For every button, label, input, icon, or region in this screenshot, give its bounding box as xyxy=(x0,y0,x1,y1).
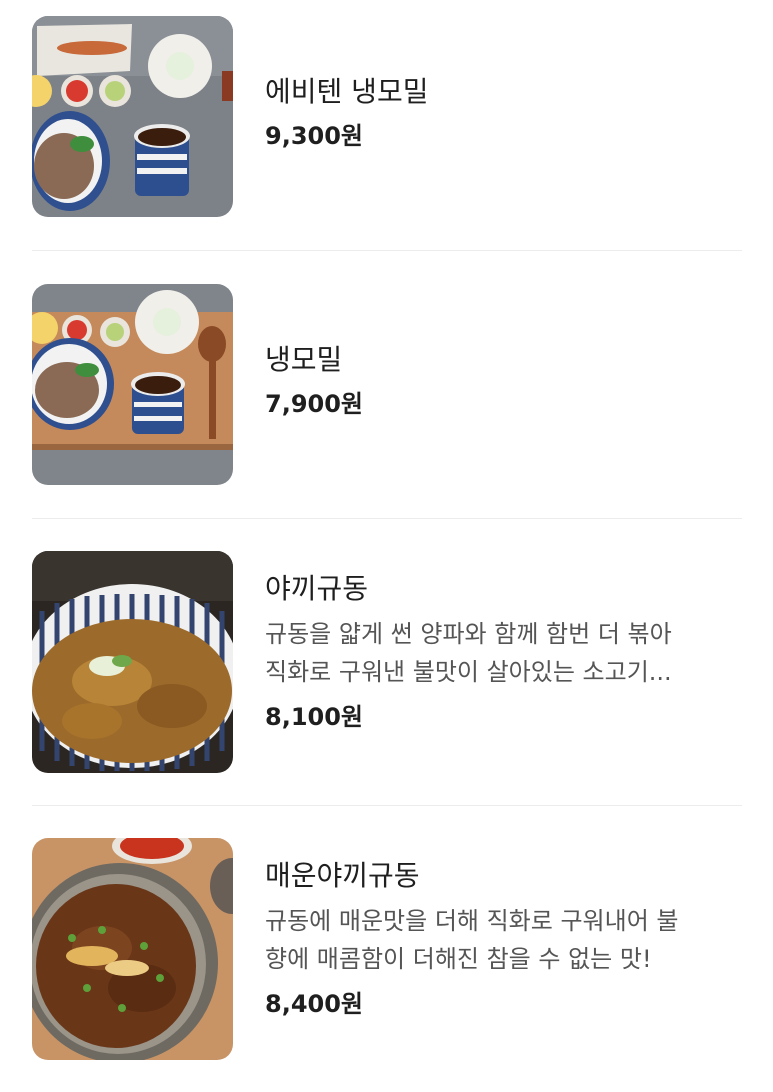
menu-item-price: 9,300원 xyxy=(265,122,363,150)
menu-item-description-line: 직화로 구워낸 불맛이 살아있는 소고기... xyxy=(265,658,672,686)
divider xyxy=(32,805,742,806)
menu-item-name: 야끼규동 xyxy=(265,572,369,605)
menu-item-info: 에비텐 냉모밀 9,300원 xyxy=(265,74,745,152)
divider xyxy=(32,518,742,519)
menu-item-name: 매운야끼규동 xyxy=(265,859,420,892)
menu-item-description-line: 향에 매콤함이 더해진 참을 수 없는 맛! xyxy=(265,945,652,973)
menu-item-info: 냉모밀 7,900원 xyxy=(265,342,745,420)
menu-item-yaki-gyudon[interactable]: 야끼규동 규동을 얇게 썬 양파와 함께 함번 더 볶아 직화로 구워낸 불맛이… xyxy=(32,551,742,773)
menu-item-price: 8,400원 xyxy=(265,990,363,1018)
menu-item-photo xyxy=(32,551,233,773)
menu-item-naengmomil[interactable]: 냉모밀 7,900원 xyxy=(32,284,742,486)
menu-item-spicy-yaki-gyudon[interactable]: 매운야끼규동 규동에 매운맛을 더해 직화로 구워내어 불 향에 매콤함이 더해… xyxy=(32,838,742,1060)
menu-item-name: 에비텐 냉모밀 xyxy=(265,75,429,108)
menu-item-photo xyxy=(32,284,233,485)
menu-item-ebiten-naengmomil[interactable]: 에비텐 냉모밀 9,300원 xyxy=(32,16,742,218)
menu-item-description-line: 규동에 매운맛을 더해 직화로 구워내어 불 xyxy=(265,907,679,935)
menu-item-photo xyxy=(32,16,233,217)
menu-item-info: 야끼규동 규동을 얇게 썬 양파와 함께 함번 더 볶아 직화로 구워낸 불맛이… xyxy=(265,571,745,733)
divider xyxy=(32,250,742,251)
menu-item-price: 7,900원 xyxy=(265,390,363,418)
menu-item-photo xyxy=(32,838,233,1060)
menu-item-name: 냉모밀 xyxy=(265,343,343,376)
menu-item-price: 8,100원 xyxy=(265,703,363,731)
menu-item-info: 매운야끼규동 규동에 매운맛을 더해 직화로 구워내어 불 향에 매콤함이 더해… xyxy=(265,858,745,1020)
menu-item-description-line: 규동을 얇게 썬 양파와 함께 함번 더 볶아 xyxy=(265,620,672,648)
